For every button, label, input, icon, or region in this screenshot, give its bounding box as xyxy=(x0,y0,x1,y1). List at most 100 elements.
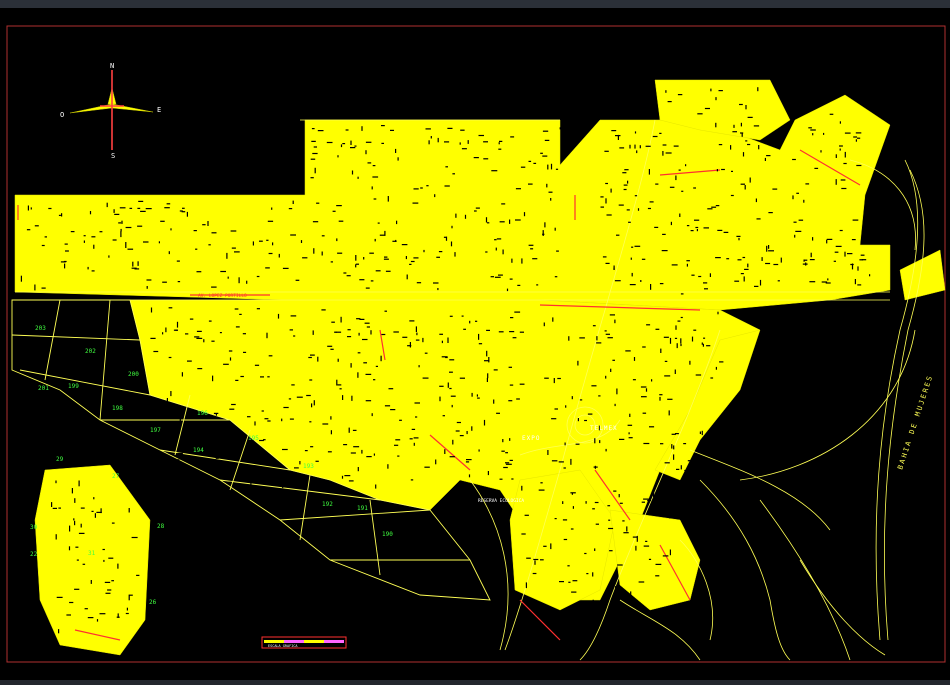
lot-mark xyxy=(643,498,649,500)
lot-mark xyxy=(288,208,293,210)
lot-mark xyxy=(667,101,672,103)
lot-mark xyxy=(434,194,436,198)
lot-mark xyxy=(855,132,862,134)
lot-mark xyxy=(825,282,831,284)
lot-mark xyxy=(211,232,217,234)
lot-mark xyxy=(808,127,812,129)
lot-mark xyxy=(375,484,377,489)
cad-viewport[interactable]: N S E O TELMEX EXPO RESERVA ECOLOGICA AV… xyxy=(0,0,950,680)
lot-mark xyxy=(857,284,862,286)
lot-mark xyxy=(415,326,417,332)
lot-mark xyxy=(629,284,636,286)
lot-mark xyxy=(736,235,741,237)
lot-mark xyxy=(196,337,203,339)
lot-mark xyxy=(366,456,372,458)
lot-mark xyxy=(715,205,720,207)
lot-mark xyxy=(689,360,691,365)
lot-mark xyxy=(439,333,443,335)
lot-mark xyxy=(703,282,708,284)
lot-mark xyxy=(339,388,342,390)
lot-mark xyxy=(681,190,684,192)
lot-mark xyxy=(599,440,601,444)
lot-mark xyxy=(519,331,524,333)
lot-mark xyxy=(740,273,744,275)
lot-mark xyxy=(710,88,712,92)
lot-mark xyxy=(80,523,82,528)
lot-mark xyxy=(439,385,444,387)
lot-mark xyxy=(551,418,557,420)
lot-mark xyxy=(394,444,399,446)
lot-mark xyxy=(488,357,490,363)
lot-mark xyxy=(655,183,659,185)
parcel-number: 22 xyxy=(30,551,38,558)
lot-mark xyxy=(577,360,579,366)
lot-mark xyxy=(486,329,490,331)
lot-mark xyxy=(310,177,314,179)
lot-mark xyxy=(474,210,477,212)
lot-mark xyxy=(146,279,152,281)
city-map[interactable]: N S E O TELMEX EXPO RESERVA ECOLOGICA AV… xyxy=(0,0,950,680)
lot-mark xyxy=(136,574,140,576)
parcel-number: 196 xyxy=(197,410,208,417)
lot-mark xyxy=(299,461,301,465)
lot-mark xyxy=(179,418,181,424)
lot-mark xyxy=(393,331,399,333)
lot-mark xyxy=(357,176,359,179)
lot-mark xyxy=(509,438,511,441)
lot-mark xyxy=(660,443,664,445)
lot-mark xyxy=(772,188,778,190)
lot-mark xyxy=(55,480,57,484)
lot-mark xyxy=(675,325,677,330)
lot-mark xyxy=(701,430,703,436)
lot-mark xyxy=(185,333,189,335)
lot-mark xyxy=(411,428,416,430)
lot-mark xyxy=(674,337,678,339)
lot-mark xyxy=(439,396,441,402)
lot-mark xyxy=(723,231,729,233)
lot-mark xyxy=(416,332,418,336)
lot-mark xyxy=(709,446,711,452)
lot-mark xyxy=(231,403,236,406)
lot-mark xyxy=(111,580,114,582)
lot-mark xyxy=(459,435,464,437)
lot-mark xyxy=(450,395,456,397)
lot-mark xyxy=(715,122,717,128)
lot-mark xyxy=(383,258,389,260)
lot-mark xyxy=(619,502,623,504)
lot-mark xyxy=(69,525,71,532)
lot-mark xyxy=(494,239,497,241)
lot-mark xyxy=(754,285,759,287)
lot-mark xyxy=(476,394,478,397)
lot-mark xyxy=(362,338,368,341)
lot-mark xyxy=(282,267,289,269)
lot-mark xyxy=(577,418,579,422)
lot-mark xyxy=(437,137,439,143)
lot-mark xyxy=(475,207,480,209)
compass-east: E xyxy=(157,106,161,114)
lot-mark xyxy=(634,144,636,149)
lot-mark xyxy=(41,244,45,247)
lot-mark xyxy=(75,546,79,548)
lot-mark xyxy=(487,222,490,224)
lot-mark xyxy=(347,329,351,331)
lot-mark xyxy=(128,508,130,513)
lot-mark xyxy=(614,587,617,593)
lot-mark xyxy=(177,281,181,283)
parcel-number: 190 xyxy=(382,531,393,538)
lot-mark xyxy=(412,202,419,204)
lot-mark xyxy=(721,168,725,171)
lot-mark xyxy=(690,230,694,232)
lot-mark xyxy=(795,230,802,232)
lot-mark xyxy=(766,245,768,252)
lot-mark xyxy=(55,534,57,540)
lot-mark xyxy=(594,438,596,444)
lot-mark xyxy=(680,343,682,347)
lot-mark xyxy=(655,563,662,565)
lot-mark xyxy=(669,549,671,556)
lot-mark xyxy=(375,270,381,272)
lot-mark xyxy=(528,160,532,162)
lot-mark xyxy=(246,457,251,459)
lot-mark xyxy=(207,221,209,226)
lot-mark xyxy=(331,321,335,323)
lot-mark xyxy=(594,465,596,469)
